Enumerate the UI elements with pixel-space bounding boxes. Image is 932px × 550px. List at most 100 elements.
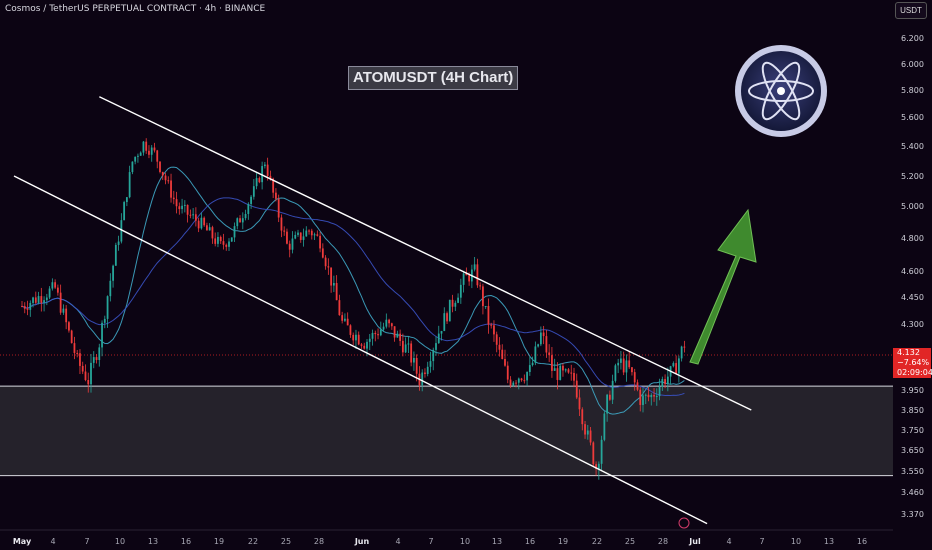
price-tick-label: 4.300: [901, 320, 924, 329]
candle-body: [523, 380, 526, 382]
chart-title-annotation: ATOMUSDT (4H Chart): [348, 66, 519, 90]
candle-body: [142, 141, 145, 153]
candle-body: [95, 357, 98, 361]
candle-body: [228, 241, 230, 247]
candle-body: [644, 394, 647, 396]
candle-body: [407, 343, 410, 345]
candle-body: [125, 197, 128, 203]
candle-body: [68, 322, 70, 331]
price-tick-label: 5.000: [901, 202, 924, 211]
candle-body: [70, 330, 73, 344]
candle-body: [225, 244, 228, 247]
candle-body: [545, 336, 548, 353]
candle-body: [424, 372, 426, 374]
candle-body: [355, 334, 357, 341]
candle-body: [255, 178, 258, 187]
candle-body: [366, 341, 368, 349]
candle-body: [608, 394, 611, 400]
candle-body: [413, 358, 415, 363]
candle-body: [164, 175, 167, 181]
candle-body: [156, 150, 159, 162]
candle-body: [65, 308, 68, 323]
candle-body: [338, 300, 341, 316]
time-tick-label: 13: [492, 537, 502, 546]
time-tick-label: 19: [214, 537, 224, 546]
candle-body: [148, 150, 150, 155]
time-tick-label: 22: [248, 537, 258, 546]
candle-body: [437, 333, 440, 344]
candle-body: [479, 285, 482, 287]
candle-body: [112, 265, 114, 281]
candle-body: [277, 198, 280, 218]
candle-body: [368, 338, 371, 342]
candle-body: [542, 332, 545, 337]
candle-body: [170, 180, 172, 198]
candle-body: [145, 141, 148, 151]
candle-body: [495, 334, 498, 345]
candle-body: [567, 369, 570, 373]
candle-body: [299, 232, 302, 240]
candle-body: [98, 347, 101, 361]
candle-body: [426, 366, 429, 374]
last-price-badge: 4.132 −7.64% 02:09:04: [893, 348, 932, 378]
candle-body: [631, 367, 633, 373]
currency-button[interactable]: USDT: [895, 2, 927, 19]
candle-body: [117, 241, 120, 245]
candle-body: [321, 248, 324, 258]
candle-body: [316, 234, 319, 236]
candle-body: [482, 286, 484, 307]
candle-body: [175, 199, 178, 207]
candle-body: [106, 296, 109, 319]
candle-body: [498, 344, 501, 350]
candle-body: [435, 343, 437, 350]
candle-body: [159, 161, 161, 172]
candle-body: [584, 424, 586, 435]
candle-body: [313, 234, 316, 236]
candle-body: [172, 197, 175, 200]
candle-body: [509, 379, 512, 386]
candle-body: [258, 178, 261, 183]
time-tick-label: 16: [181, 537, 191, 546]
candle-body: [404, 344, 407, 353]
candle-body: [186, 204, 189, 215]
price-tick-label: 4.600: [901, 267, 924, 276]
candle-body: [559, 365, 562, 380]
candle-body: [341, 315, 344, 321]
candle-body: [457, 297, 459, 303]
candle-body: [330, 267, 333, 286]
candle-body: [101, 322, 103, 348]
price-tick-label: 3.550: [901, 467, 924, 476]
candle-body: [214, 238, 217, 244]
candle-body: [335, 283, 338, 301]
price-tick-label: 4.800: [901, 234, 924, 243]
time-tick-label: 4: [726, 537, 731, 546]
candle-body: [291, 238, 294, 250]
candle-body: [76, 352, 79, 354]
price-tick-label: 5.800: [901, 86, 924, 95]
candle-body: [134, 156, 137, 162]
candle-body: [680, 346, 683, 359]
price-tick-label: 5.400: [901, 142, 924, 151]
candle-body: [487, 305, 490, 325]
candle-body: [203, 217, 206, 226]
candle-body: [192, 214, 195, 216]
time-tick-label: 28: [314, 537, 324, 546]
candle-body: [385, 319, 388, 327]
candle-body: [275, 192, 277, 199]
candle-body: [512, 382, 515, 386]
time-tick-label: 25: [281, 537, 291, 546]
candle-body: [454, 302, 457, 307]
candle-body: [653, 395, 655, 397]
candle-body: [302, 236, 305, 240]
candle-body: [109, 280, 112, 297]
candle-body: [506, 365, 509, 380]
candle-body: [230, 237, 233, 242]
candle-body: [363, 345, 366, 349]
candle-body: [178, 206, 181, 210]
candle-body: [54, 282, 57, 288]
candle-body: [562, 365, 564, 371]
candle-body: [531, 362, 534, 366]
candle-body: [410, 343, 413, 363]
candle-body: [286, 231, 288, 244]
candle-body: [575, 380, 578, 398]
